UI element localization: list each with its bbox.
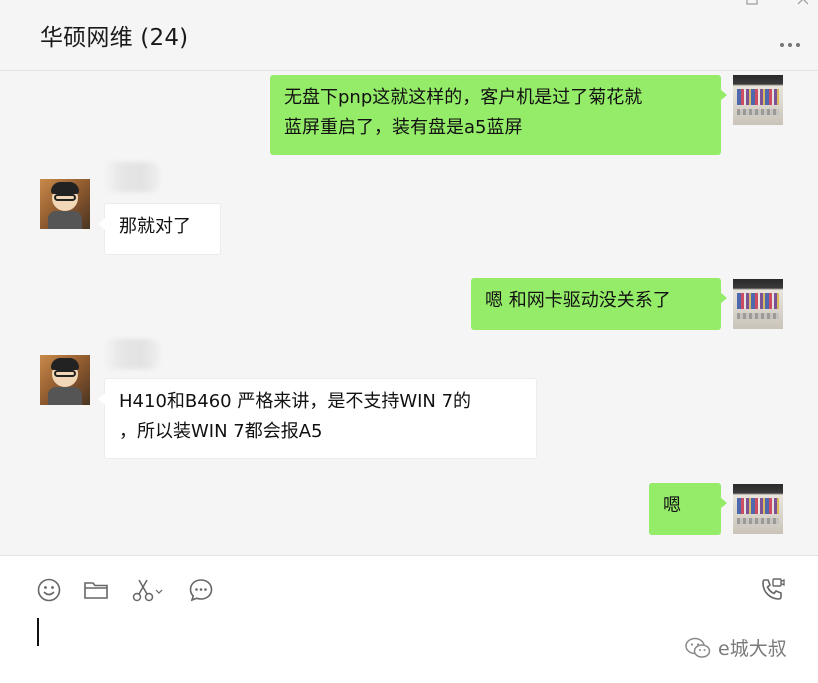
chat-header: 华硕网维 (24) — [0, 0, 818, 71]
chat-history-icon[interactable] — [187, 576, 215, 604]
message-text-line: ，所以装WIN 7都会报A5 — [119, 421, 323, 442]
watermark-text: e城大叔 — [718, 638, 787, 660]
emoji-icon[interactable] — [35, 576, 63, 604]
my-avatar[interactable] — [733, 279, 783, 329]
message-text: 那就对了 — [119, 216, 191, 237]
watermark: e城大叔 — [684, 634, 787, 661]
close-icon[interactable] — [796, 0, 810, 6]
message-bubble-incoming[interactable]: 那就对了 — [98, 203, 221, 255]
chat-window: 华硕网维 (24) 无盘下pnp这就这样的，客户机是过了菊花就 蓝屏重启了，装有… — [0, 0, 818, 683]
sender-name-blurred — [104, 162, 160, 192]
folder-icon[interactable] — [82, 576, 110, 604]
message-text-line: H410和B460 严格来讲，是不支持WIN 7的 — [119, 391, 472, 412]
chat-title: 华硕网维 (24) — [40, 25, 189, 51]
minimize-icon[interactable] — [643, 0, 657, 6]
message-input-area[interactable]: e城大叔 — [0, 555, 818, 683]
voice-video-call-icon[interactable] — [758, 576, 786, 604]
message-text-line: 无盘下pnp这就这样的，客户机是过了菊花就 — [284, 87, 643, 108]
message-bubble-incoming[interactable]: H410和B460 严格来讲，是不支持WIN 7的 ，所以装WIN 7都会报A5 — [98, 378, 537, 459]
more-options-icon[interactable] — [780, 38, 806, 52]
message-bubble-outgoing[interactable]: 无盘下pnp这就这样的，客户机是过了菊花就 蓝屏重启了，装有盘是a5蓝屏 — [270, 75, 727, 155]
maximize-icon[interactable] — [745, 0, 759, 6]
my-avatar[interactable] — [733, 75, 783, 125]
message-text: 嗯 — [663, 495, 681, 516]
message-text-line: 蓝屏重启了，装有盘是a5蓝屏 — [284, 117, 523, 138]
sender-name-blurred — [104, 339, 160, 369]
message-bubble-outgoing[interactable]: 嗯 和网卡驱动没关系了 — [471, 278, 727, 330]
my-avatar[interactable] — [733, 484, 783, 534]
message-bubble-outgoing[interactable]: 嗯 — [649, 483, 727, 535]
text-cursor — [37, 618, 39, 646]
contact-avatar[interactable] — [40, 355, 90, 405]
contact-avatar[interactable] — [40, 179, 90, 229]
wechat-official-icon — [685, 637, 711, 658]
message-list: 无盘下pnp这就这样的，客户机是过了菊花就 蓝屏重启了，装有盘是a5蓝屏 那就对… — [0, 71, 818, 555]
screenshot-icon[interactable] — [131, 576, 165, 604]
message-text: 嗯 和网卡驱动没关系了 — [485, 290, 671, 311]
